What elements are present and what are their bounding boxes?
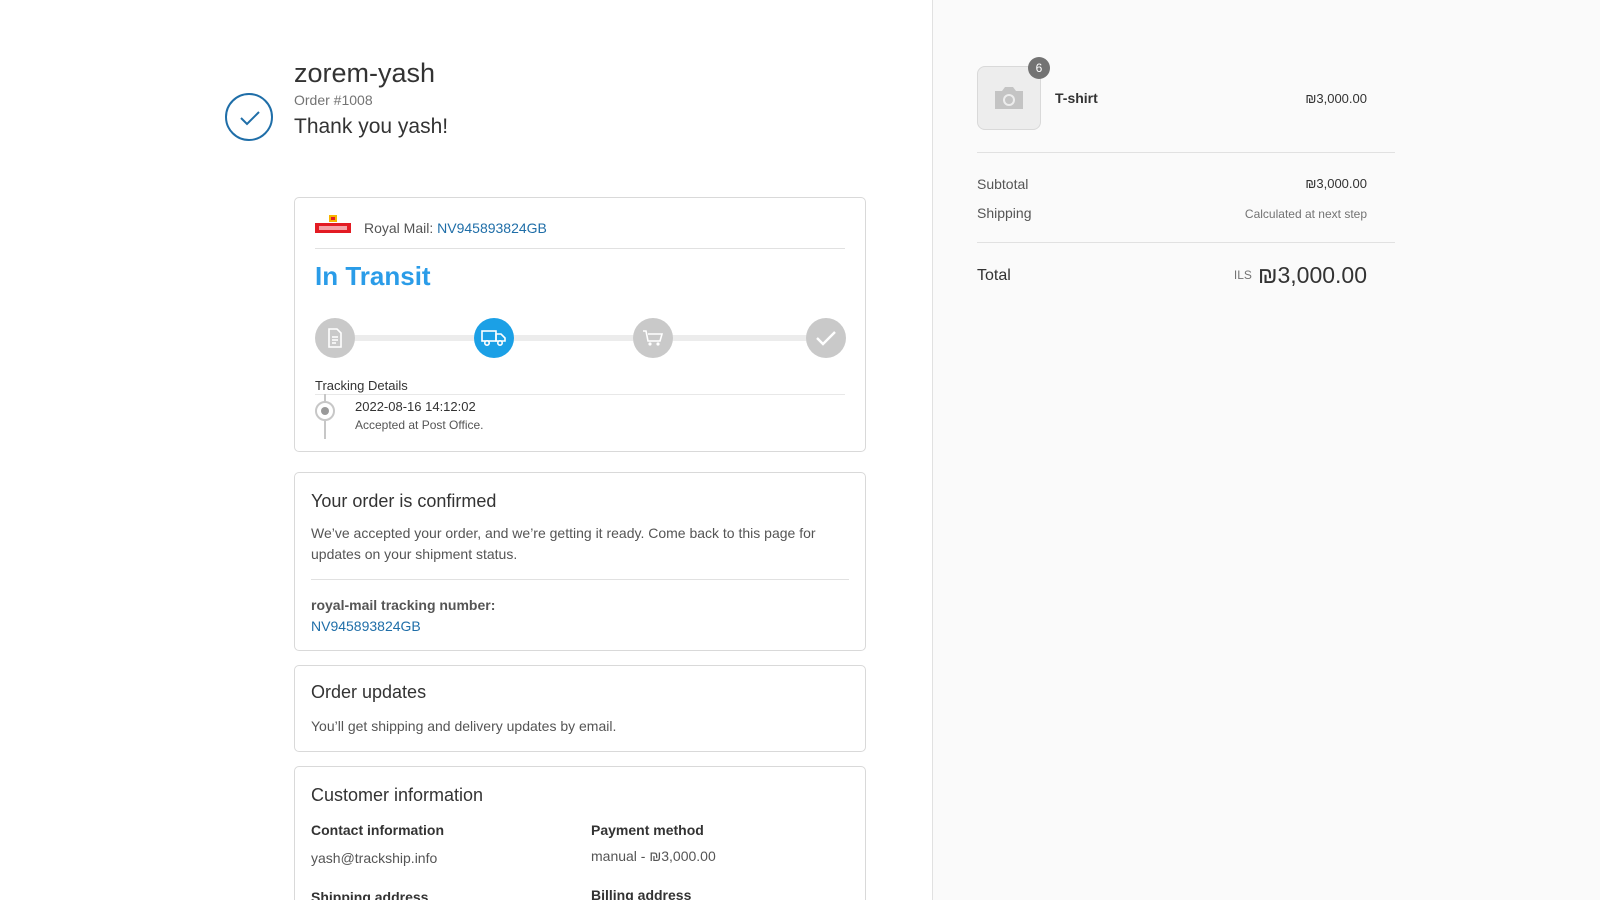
order-updates-section: Order updates You’ll get shipping and de… [294,665,866,752]
camera-icon [995,87,1023,109]
shop-name: zorem-yash [294,58,436,88]
order-confirmed-section: Your order is confirmed We’ve accepted y… [294,472,866,651]
main-content: zorem-yash Order #1008 Thank you yash! R… [0,0,932,900]
billing-address-heading: Billing address [591,887,692,900]
product-price: ₪3,000.00 [1305,91,1367,106]
payment-method-value: manual - ₪3,000.00 [591,848,716,864]
order-summary-sidebar: 6 T-shirt ₪3,000.00 Subtotal ₪3,000.00 S… [932,0,1600,900]
subtotal-label: Subtotal [977,176,1029,192]
tracking-number-link[interactable]: NV945893824GB [311,618,421,634]
shipping-value: Calculated at next step [1244,207,1367,221]
divider [315,394,845,395]
divider [977,242,1395,243]
subtotal-value: ₪3,000.00 [1305,176,1367,191]
payment-method-heading: Payment method [591,822,704,838]
step-ordered-document-icon [315,318,355,358]
divider [977,152,1395,153]
total-currency: ILS [1233,268,1252,282]
carrier-tracking-link[interactable]: NV945893824GB [437,220,547,236]
total-amount: ₪3,000.00 [1257,262,1367,288]
step-delivered-checkmark-icon [806,318,846,358]
carrier-label: Royal Mail: [364,220,434,236]
divider [311,579,849,580]
order-number: Order #1008 [294,92,373,108]
carrier-info: Royal Mail: NV945893824GB [364,220,547,236]
total-label: Total [977,267,1011,284]
contact-info-heading: Contact information [311,822,444,838]
step-out-for-delivery-cart-icon [633,318,673,358]
order-confirmed-check-icon [225,93,273,141]
timeline-line [324,421,326,439]
total-value: ILS ₪3,000.00 [1234,262,1367,289]
shipment-status: In Transit [315,261,431,291]
contact-email: yash@trackship.info [311,850,438,866]
section-title: Your order is confirmed [311,491,497,511]
divider [315,248,845,249]
tracking-widget: Royal Mail: NV945893824GB In Transit Tra… [294,197,866,452]
updates-message: You’ll get shipping and delivery updates… [311,718,617,734]
confirmation-message: We’ve accepted your order, and we’re get… [311,525,816,562]
section-title: Customer information [311,785,484,805]
shipping-label: Shipping [977,205,1032,221]
quantity-badge: 6 [1028,57,1050,79]
tracking-details-label: Tracking Details [315,378,408,393]
tracking-event-description: Accepted at Post Office. [355,418,484,432]
section-title: Order updates [311,682,427,702]
shipping-address-heading: Shipping address [311,889,429,900]
progress-track [335,335,825,341]
tracking-number-label: royal-mail tracking number: [311,597,496,613]
thank-you-heading: Thank you yash! [294,115,449,138]
royal-mail-logo [315,215,351,233]
tracking-event-datetime: 2022-08-16 14:12:02 [355,399,476,414]
customer-information-section: Customer information Contact information… [294,766,866,900]
product-name: T-shirt [1055,90,1098,106]
step-in-transit-truck-icon [474,318,514,358]
timeline-dot-icon [315,401,335,421]
